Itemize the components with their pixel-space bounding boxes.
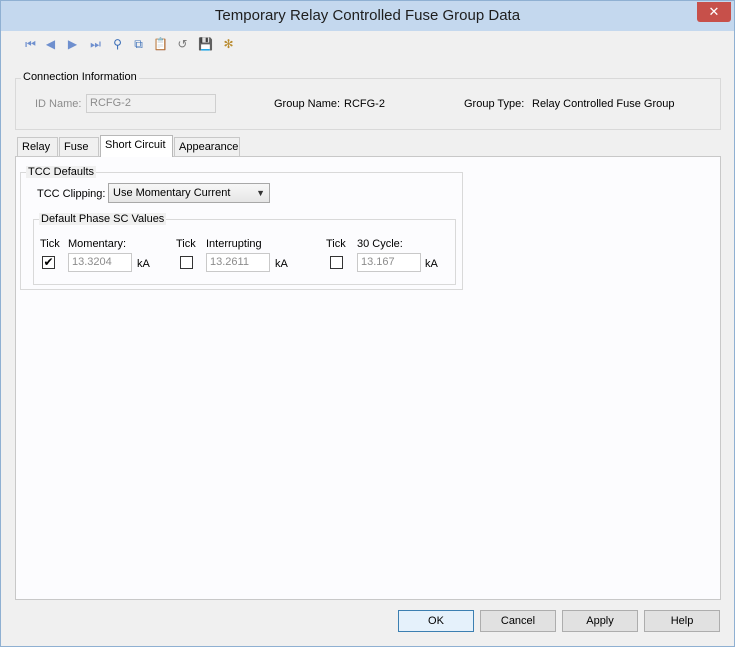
- settings-button[interactable]: ✻: [219, 35, 238, 54]
- interrupting-tick-label: Tick: [176, 238, 196, 250]
- next-record-icon: ▶: [67, 37, 78, 51]
- momentary-value-field[interactable]: 13.3204: [68, 253, 132, 272]
- tab-relay[interactable]: Relay: [17, 137, 58, 157]
- previous-record-icon: ◀: [45, 37, 56, 51]
- find-button[interactable]: ⚲: [108, 35, 127, 54]
- momentary-tick-checkbox[interactable]: ✔: [42, 256, 55, 269]
- help-button[interactable]: Help: [644, 610, 720, 632]
- tab-appearance[interactable]: Appearance: [174, 137, 240, 157]
- apply-button[interactable]: Apply: [562, 610, 638, 632]
- id-name-field: RCFG-2: [86, 94, 216, 113]
- momentary-unit: kA: [137, 258, 150, 270]
- close-icon: ✕: [708, 4, 720, 19]
- binoculars-icon: ⚲: [113, 37, 122, 51]
- paste-icon: 📋: [153, 37, 168, 51]
- dialog-window: Temporary Relay Controlled Fuse Group Da…: [0, 0, 735, 647]
- thirty-cycle-label: 30 Cycle:: [357, 238, 403, 250]
- ok-button[interactable]: OK: [398, 610, 474, 632]
- paste-button[interactable]: 📋: [151, 35, 170, 54]
- copy-button[interactable]: ⧉: [129, 35, 148, 54]
- tab-short-circuit[interactable]: Short Circuit: [100, 135, 173, 157]
- tcc-clipping-label: TCC Clipping:: [37, 188, 106, 200]
- chevron-down-icon: ▼: [256, 188, 265, 198]
- id-name-label: ID Name:: [35, 98, 82, 110]
- title-bar[interactable]: Temporary Relay Controlled Fuse Group Da…: [1, 1, 734, 31]
- save-button[interactable]: 💾: [196, 35, 215, 54]
- undo-button[interactable]: ↺: [173, 35, 192, 54]
- checkmark-icon: ✔: [43, 255, 54, 269]
- group-type-value: Relay Controlled Fuse Group: [532, 98, 675, 110]
- toolbar: ⏮ ◀ ▶ ⏭ ⚲ ⧉ 📋 ↺ 💾 ✻: [9, 32, 727, 57]
- previous-record-button[interactable]: ◀: [41, 35, 60, 54]
- next-record-button[interactable]: ▶: [63, 35, 82, 54]
- first-record-icon: ⏮: [25, 37, 36, 51]
- tcc-defaults-legend: TCC Defaults: [26, 166, 97, 178]
- last-record-icon: ⏭: [90, 37, 101, 51]
- group-type-label: Group Type:: [464, 98, 525, 110]
- momentary-label: Momentary:: [68, 238, 127, 250]
- cancel-button[interactable]: Cancel: [480, 610, 556, 632]
- thirty-cycle-tick-label: Tick: [326, 238, 346, 250]
- interrupting-tick-checkbox[interactable]: [180, 256, 193, 269]
- last-record-button[interactable]: ⏭: [86, 35, 105, 54]
- window-title: Temporary Relay Controlled Fuse Group Da…: [214, 7, 521, 24]
- tab-fuse[interactable]: Fuse: [59, 137, 99, 157]
- connection-information-legend: Connection Information: [21, 71, 139, 83]
- undo-icon: ↺: [177, 37, 188, 51]
- thirty-cycle-tick-checkbox[interactable]: [330, 256, 343, 269]
- tcc-clipping-value: Use Momentary Current: [113, 187, 231, 199]
- close-button[interactable]: ✕: [697, 2, 731, 22]
- settings-icon: ✻: [223, 37, 234, 51]
- interrupting-label: Interrupting: [206, 238, 262, 250]
- interrupting-unit: kA: [275, 258, 288, 270]
- group-name-value: RCFG-2: [344, 98, 385, 110]
- copy-icon: ⧉: [134, 37, 143, 51]
- default-phase-sc-legend: Default Phase SC Values: [39, 213, 167, 225]
- save-icon: 💾: [198, 37, 213, 51]
- tcc-clipping-select[interactable]: Use Momentary Current ▼: [108, 183, 270, 203]
- interrupting-value-field[interactable]: 13.2611: [206, 253, 270, 272]
- short-circuit-panel: TCC Defaults TCC Clipping: Use Momentary…: [15, 156, 721, 600]
- momentary-tick-label: Tick: [40, 238, 60, 250]
- thirty-cycle-unit: kA: [425, 258, 438, 270]
- first-record-button[interactable]: ⏮: [21, 35, 40, 54]
- default-phase-sc-group: [33, 219, 456, 285]
- thirty-cycle-value-field[interactable]: 13.167: [357, 253, 421, 272]
- group-name-label: Group Name:: [274, 98, 341, 110]
